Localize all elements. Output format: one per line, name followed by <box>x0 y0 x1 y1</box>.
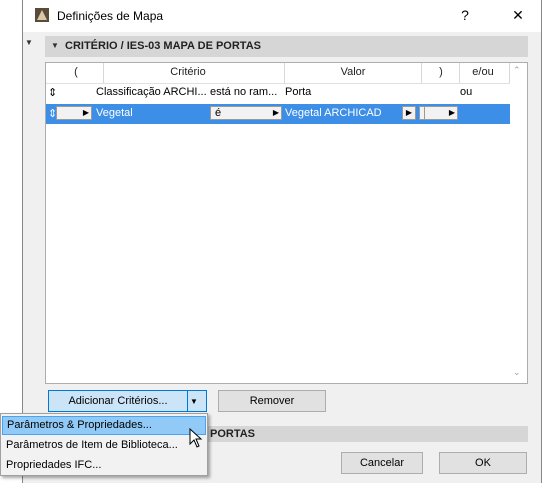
add-criteria-label[interactable]: Adicionar Critérios... <box>49 391 187 411</box>
dropdown-arrow-icon[interactable]: ▼ <box>190 397 198 406</box>
header-value: Valor <box>340 66 366 78</box>
close-button[interactable]: ✕ <box>509 6 527 24</box>
menu-item-ifc-properties[interactable]: Propriedades IFC... <box>2 456 206 475</box>
mouse-cursor-icon <box>189 428 203 448</box>
caret-right-icon: ▶ <box>272 108 279 117</box>
panel-collapse-icon[interactable]: ▼ <box>25 38 33 47</box>
header-open-paren: ( <box>74 66 78 78</box>
criteria-table: ( Critério Valor ) e/ou ⇕ Classificação … <box>45 62 528 384</box>
menu-item-parameters-properties[interactable]: Parâmetros & Propriedades... <box>2 416 206 435</box>
value-picker-button[interactable]: ▶ <box>402 106 416 120</box>
scroll-down-icon[interactable]: ⌄ <box>513 367 521 378</box>
value-cell[interactable]: Vegetal ARCHICAD <box>285 107 382 119</box>
header-criterion: Critério <box>170 66 206 78</box>
menu-item-library-parameters[interactable]: Parâmetros de Item de Biblioteca... <box>2 436 206 455</box>
split-divider <box>187 391 188 411</box>
scroll-up-icon[interactable]: ⌃ <box>513 65 521 76</box>
caret-right-icon: ▶ <box>448 108 455 117</box>
criterion-cell[interactable]: Classificação ARCHI... <box>96 86 207 98</box>
operator-value: é <box>215 107 222 119</box>
remove-button[interactable]: Remover <box>218 390 326 412</box>
app-icon <box>35 8 49 22</box>
window-title: Definições de Mapa <box>57 9 164 23</box>
operator-cell[interactable]: está no ram... <box>210 86 277 98</box>
add-criteria-menu: Parâmetros & Propriedades... Parâmetros … <box>0 413 208 476</box>
add-criteria-button[interactable]: Adicionar Critérios... ▼ <box>48 390 207 412</box>
header-close-paren: ) <box>439 66 443 78</box>
close-paren-select[interactable]: ▶ <box>424 106 458 120</box>
criteria-section-header[interactable]: ▼ CRITÉRIO / IES-03 MAPA DE PORTAS <box>45 36 528 57</box>
open-paren-select[interactable]: ▶ <box>56 106 92 120</box>
criteria-section-title: CRITÉRIO / IES-03 MAPA DE PORTAS <box>65 40 261 52</box>
value-cell[interactable]: Porta <box>285 86 311 98</box>
table-row[interactable]: ⇕ Classificação ARCHI... está no ram... … <box>46 83 510 103</box>
drag-handle-icon[interactable]: ⇕ <box>48 86 57 99</box>
table-row-selected[interactable]: ⇕ ▶ Vegetal é ▶ Vegetal ARCHICAD ▶ ▶ <box>46 104 510 124</box>
help-button[interactable]: ? <box>456 6 474 24</box>
cancel-button[interactable]: Cancelar <box>341 452 423 474</box>
title-bar: Definições de Mapa ? ✕ <box>23 0 541 32</box>
criterion-cell[interactable]: Vegetal <box>96 107 133 119</box>
ok-button[interactable]: OK <box>439 452 527 474</box>
caret-right-icon: ▶ <box>82 108 89 117</box>
operator-select[interactable]: é ▶ <box>210 106 282 120</box>
doors-section-title: PORTAS <box>210 428 256 440</box>
and-or-cell[interactable]: ou <box>460 86 472 98</box>
table-header: ( Critério Valor ) e/ou <box>46 63 510 84</box>
header-and-or: e/ou <box>472 66 494 78</box>
doors-section-header[interactable]: PORTAS <box>205 426 528 442</box>
triangle-down-icon: ▼ <box>51 41 59 50</box>
table-scrollbar[interactable]: ⌃ ⌄ <box>510 63 527 383</box>
